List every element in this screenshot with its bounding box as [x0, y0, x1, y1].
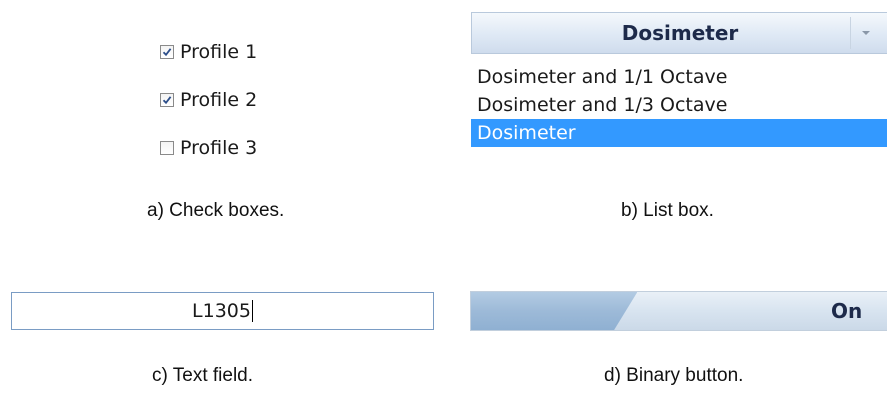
caption-text-field: c) Text field.: [152, 365, 254, 386]
checkbox-box[interactable]: [160, 141, 174, 155]
text-cursor: [251, 300, 253, 322]
checkbox-profile-1[interactable]: Profile 1: [160, 40, 257, 64]
caption-check-boxes: a) Check boxes.: [147, 200, 285, 221]
binary-button-label: On: [831, 299, 863, 323]
listbox-divider: [850, 17, 851, 49]
checkbox-label: Profile 1: [180, 41, 258, 63]
binary-button[interactable]: On: [470, 291, 887, 331]
listbox-header[interactable]: Dosimeter: [471, 12, 887, 54]
listbox-option-selected[interactable]: Dosimeter: [471, 119, 887, 147]
binary-button-fill: [471, 292, 638, 330]
check-mark-icon: [162, 96, 172, 105]
check-mark-icon: [162, 48, 172, 57]
checkbox-box[interactable]: [160, 45, 174, 59]
listbox-options: Dosimeter and 1/1 Octave Dosimeter and 1…: [471, 63, 887, 147]
checkbox-profile-3[interactable]: Profile 3: [160, 136, 257, 160]
listbox-option[interactable]: Dosimeter and 1/3 Octave: [471, 91, 887, 119]
checkbox-label: Profile 2: [180, 89, 258, 111]
caption-list-box: b) List box.: [621, 200, 714, 221]
checkbox-box[interactable]: [160, 93, 174, 107]
checkbox-profile-2[interactable]: Profile 2: [160, 88, 257, 112]
listbox-selected-value: Dosimeter: [621, 21, 739, 45]
chevron-down-icon[interactable]: [862, 31, 870, 35]
checkbox-label: Profile 3: [180, 137, 258, 159]
caption-binary-button: d) Binary button.: [604, 365, 744, 386]
listbox-option[interactable]: Dosimeter and 1/1 Octave: [471, 63, 887, 91]
text-field[interactable]: L1305: [11, 292, 434, 330]
text-field-value: L1305: [192, 300, 251, 322]
